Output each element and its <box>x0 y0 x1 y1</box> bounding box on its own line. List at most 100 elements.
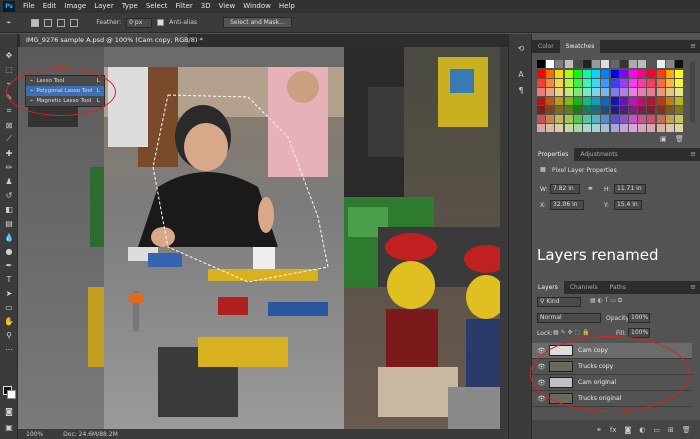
swatch[interactable] <box>592 60 601 68</box>
feather-input[interactable]: 0 px <box>126 17 153 28</box>
swatch[interactable] <box>629 106 637 114</box>
menu-3d[interactable]: 3D <box>197 0 215 13</box>
menu-type[interactable]: Type <box>118 0 142 13</box>
new-selection-icon[interactable] <box>31 18 40 27</box>
swatch[interactable] <box>619 115 628 123</box>
add-selection-icon[interactable] <box>44 18 53 27</box>
hand-tool-icon[interactable]: ✋ <box>3 316 15 326</box>
w-input[interactable]: 7.82 in <box>550 184 580 194</box>
swatch[interactable] <box>564 124 573 132</box>
swatch[interactable] <box>665 70 674 78</box>
tab-color[interactable]: Color <box>532 40 560 53</box>
background-color-swatch[interactable] <box>7 390 16 399</box>
swatch[interactable] <box>610 79 619 87</box>
swatch[interactable] <box>546 60 555 68</box>
adjustment-layer-icon[interactable]: ◐ <box>639 426 645 434</box>
menu-image[interactable]: Image <box>60 0 90 13</box>
eraser-tool-icon[interactable]: ◧ <box>3 204 15 214</box>
more-tools-icon[interactable]: ⋯ <box>3 344 15 354</box>
swatch[interactable] <box>665 115 674 123</box>
swatch[interactable] <box>638 106 647 114</box>
character-panel-icon[interactable]: A <box>515 68 527 80</box>
swatch[interactable] <box>537 115 545 123</box>
swatch[interactable] <box>629 79 637 87</box>
swatch[interactable] <box>665 97 674 105</box>
swatch[interactable] <box>656 60 665 68</box>
menu-filter[interactable]: Filter <box>171 0 196 13</box>
swatch[interactable] <box>665 124 674 132</box>
history-panel-icon[interactable]: ⟲ <box>515 42 527 54</box>
panel-menu-icon[interactable]: ≡ <box>690 281 696 294</box>
swatch[interactable] <box>564 79 573 87</box>
swatch[interactable] <box>665 88 674 96</box>
link-icon[interactable]: ⚭ <box>587 184 594 193</box>
subtract-selection-icon[interactable] <box>57 18 66 27</box>
swatch[interactable] <box>601 115 610 123</box>
swatch[interactable] <box>537 97 545 105</box>
opacity-input[interactable]: 100% <box>628 313 650 323</box>
swatch[interactable] <box>665 79 674 87</box>
swatch[interactable] <box>610 115 619 123</box>
swatch[interactable] <box>555 115 564 123</box>
swatch[interactable] <box>583 88 591 96</box>
swatch[interactable] <box>601 88 610 96</box>
swatch[interactable] <box>629 70 637 78</box>
menu-file[interactable]: File <box>19 0 39 13</box>
gradient-tool-icon[interactable]: ▤ <box>3 218 15 228</box>
swatch[interactable] <box>656 106 665 114</box>
swatch[interactable] <box>675 79 683 87</box>
swatch[interactable] <box>583 70 591 78</box>
zoom-tool-icon[interactable]: ⚲ <box>3 330 15 340</box>
swatch[interactable] <box>573 97 582 105</box>
swatch[interactable] <box>629 60 637 68</box>
swatch[interactable] <box>629 124 637 132</box>
frame-tool-icon[interactable]: ⊠ <box>3 120 15 130</box>
swatch[interactable] <box>537 88 545 96</box>
swatch[interactable] <box>675 70 683 78</box>
swatch[interactable] <box>592 124 601 132</box>
eyedropper-tool-icon[interactable]: ⟋ <box>3 134 15 144</box>
quick-mask-icon[interactable]: ◙ <box>3 406 15 416</box>
clone-stamp-tool-icon[interactable]: ♟ <box>3 176 15 186</box>
swatch[interactable] <box>546 115 555 123</box>
swatch[interactable] <box>601 124 610 132</box>
swatch[interactable] <box>610 88 619 96</box>
swatch[interactable] <box>573 60 582 68</box>
swatch[interactable] <box>564 115 573 123</box>
menu-window[interactable]: Window <box>239 0 275 13</box>
layer-filter-select[interactable]: ⚲ Kind <box>537 297 581 307</box>
paragraph-panel-icon[interactable]: ¶ <box>515 84 527 96</box>
menu-help[interactable]: Help <box>275 0 299 13</box>
swatch[interactable] <box>638 115 647 123</box>
swatch[interactable] <box>638 88 647 96</box>
swatch[interactable] <box>564 88 573 96</box>
swatch[interactable] <box>619 124 628 132</box>
swatch[interactable] <box>546 88 555 96</box>
swatch[interactable] <box>583 106 591 114</box>
swatch[interactable] <box>619 97 628 105</box>
swatch[interactable] <box>647 106 656 114</box>
crop-tool-icon[interactable]: ⌗ <box>3 106 15 116</box>
link-layers-icon[interactable]: ⚭ <box>596 426 602 434</box>
swatch[interactable] <box>647 79 656 87</box>
new-swatch-icon[interactable]: ▣ <box>660 135 667 143</box>
rectangle-tool-icon[interactable]: ▭ <box>3 302 15 312</box>
swatch[interactable] <box>619 79 628 87</box>
swatch[interactable] <box>555 88 564 96</box>
swatch[interactable] <box>583 124 591 132</box>
group-icon[interactable]: ▭ <box>653 426 660 434</box>
swatch[interactable] <box>656 124 665 132</box>
tab-paths[interactable]: Paths <box>604 281 632 294</box>
swatch[interactable] <box>583 60 591 68</box>
canvas-scrollbar[interactable] <box>500 47 508 429</box>
new-layer-icon[interactable]: ⊞ <box>668 426 674 434</box>
swatch[interactable] <box>564 70 573 78</box>
swatch[interactable] <box>564 106 573 114</box>
swatch[interactable] <box>610 97 619 105</box>
swatch[interactable] <box>675 106 683 114</box>
swatch[interactable] <box>656 115 665 123</box>
move-tool-icon[interactable]: ✥ <box>3 50 15 60</box>
swatch[interactable] <box>573 115 582 123</box>
swatch[interactable] <box>647 97 656 105</box>
dodge-tool-icon[interactable]: ● <box>3 246 15 256</box>
